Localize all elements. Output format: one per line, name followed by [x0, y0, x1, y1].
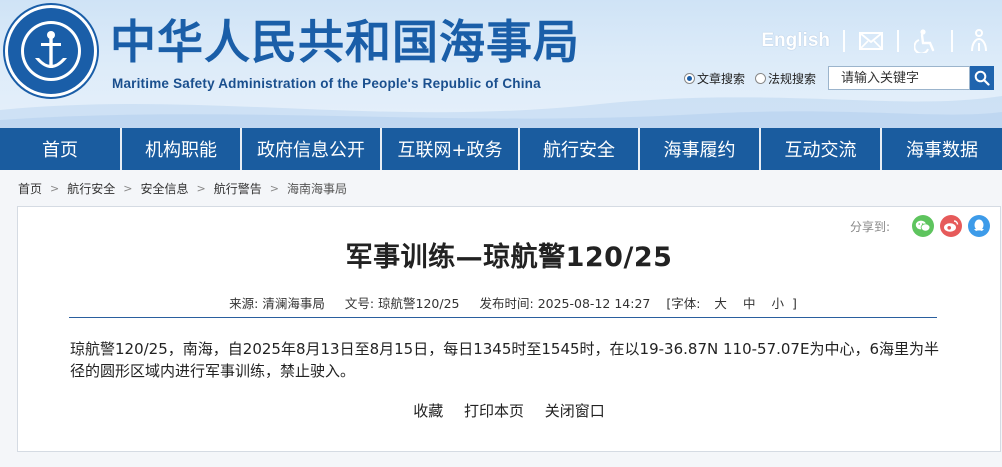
main-nav: 首页 机构职能 政府信息公开 互联网+政务 航行安全 海事履约 互动交流 海事数…	[0, 128, 1002, 170]
toolbar-separator	[897, 30, 899, 52]
meta-date: 发布时间: 2025-08-12 14:27	[480, 296, 651, 311]
radio-unselected-icon[interactable]	[755, 72, 767, 84]
meta-date-value: 2025-08-12 14:27	[537, 296, 651, 311]
share-label: 分享到:	[849, 219, 890, 234]
radio-selected-icon[interactable]	[684, 72, 695, 84]
mail-icon[interactable]	[858, 28, 884, 54]
nav-item-data[interactable]: 海事数据	[882, 128, 1002, 170]
article-panel: 分享到: 军事训练—琼航警120/25 来源: 清澜海事局 文号: 琼航警120…	[17, 206, 1001, 452]
article-title: 军事训练—琼航警120/25	[345, 242, 673, 273]
meta-docno: 文号: 琼航警120/25	[345, 296, 460, 311]
msa-logo[interactable]	[2, 2, 100, 100]
wechat-icon[interactable]	[912, 215, 934, 237]
meta-source-label: 来源:	[229, 296, 259, 311]
site-title-en: Maritime Safety Administration of the Pe…	[112, 76, 541, 91]
breadcrumb-nav-warnings[interactable]: 航行警告	[214, 180, 262, 197]
breadcrumb-home[interactable]: 首页	[18, 180, 42, 197]
font-size-label: [字体:	[666, 296, 701, 311]
nav-item-gov-info[interactable]: 政府信息公开	[242, 128, 382, 170]
qq-icon[interactable]	[968, 215, 990, 237]
article-meta: 来源: 清澜海事局 文号: 琼航警120/25 发布时间: 2025-08-12…	[18, 293, 1000, 312]
font-size-small[interactable]: 小	[771, 296, 784, 311]
breadcrumb-current[interactable]: 海南海事局	[287, 180, 347, 197]
toolbar-separator	[951, 30, 953, 52]
meta-source-value: 清澜海事局	[262, 296, 325, 311]
search-icon	[974, 70, 990, 86]
meta-divider	[69, 317, 937, 318]
site-header: 中华人民共和国海事局 Maritime Safety Administratio…	[0, 0, 1002, 128]
weibo-icon[interactable]	[940, 215, 962, 237]
search-option-regulation[interactable]: 法规搜索	[755, 70, 816, 87]
search-option-article[interactable]: 文章搜索	[684, 70, 745, 87]
site-title-cn[interactable]: 中华人民共和国海事局	[110, 14, 580, 70]
font-size-close: ]	[791, 296, 797, 311]
meta-date-label: 发布时间:	[479, 296, 534, 311]
nav-item-home[interactable]: 首页	[0, 128, 122, 170]
nav-item-compliance[interactable]: 海事履约	[640, 128, 761, 170]
breadcrumb-navigation-safety[interactable]: 航行安全	[67, 180, 115, 197]
english-link[interactable]: English	[761, 30, 830, 52]
nav-item-navigation-safety[interactable]: 航行安全	[520, 128, 640, 170]
font-size-medium[interactable]: 中	[743, 296, 756, 311]
chevron-right-icon: >	[50, 181, 60, 195]
search-input[interactable]	[828, 66, 971, 90]
font-size-large[interactable]: 大	[714, 296, 727, 311]
top-toolbar: English	[761, 28, 992, 54]
chevron-right-icon: >	[196, 181, 206, 195]
search-option-label: 法规搜索	[768, 71, 817, 86]
breadcrumb: 首页 > 航行安全 > 安全信息 > 航行警告 > 海南海事局	[18, 179, 347, 197]
breadcrumb-safety-info[interactable]: 安全信息	[140, 180, 188, 197]
elder-care-icon[interactable]	[966, 28, 992, 54]
nav-item-interaction[interactable]: 互动交流	[761, 128, 882, 170]
meta-docno-label: 文号:	[344, 296, 375, 311]
search-option-label: 文章搜索	[697, 71, 746, 86]
share-bar: 分享到:	[850, 215, 990, 237]
search-bar: 文章搜索 法规搜索	[684, 66, 995, 90]
nav-item-internet-gov[interactable]: 互联网+政务	[382, 128, 520, 170]
favorite-button[interactable]: 收藏	[413, 402, 443, 420]
search-button[interactable]	[970, 66, 995, 90]
chevron-right-icon: >	[269, 181, 279, 195]
chevron-right-icon: >	[123, 181, 133, 195]
article-body: 琼航警120/25，南海，自2025年8月13日至8月15日，每日1345时至1…	[70, 340, 939, 380]
meta-docno-value: 琼航警120/25	[378, 296, 460, 311]
close-window-button[interactable]: 关闭窗口	[545, 402, 605, 420]
accessibility-icon[interactable]	[912, 28, 938, 54]
article-actions: 收藏 打印本页 关闭窗口	[18, 400, 1000, 421]
print-button[interactable]: 打印本页	[464, 402, 524, 420]
toolbar-separator	[843, 30, 845, 52]
meta-source: 来源: 清澜海事局	[229, 296, 325, 311]
nav-item-functions[interactable]: 机构职能	[122, 128, 242, 170]
font-size-switcher: [字体: 大 中小]	[666, 296, 797, 311]
